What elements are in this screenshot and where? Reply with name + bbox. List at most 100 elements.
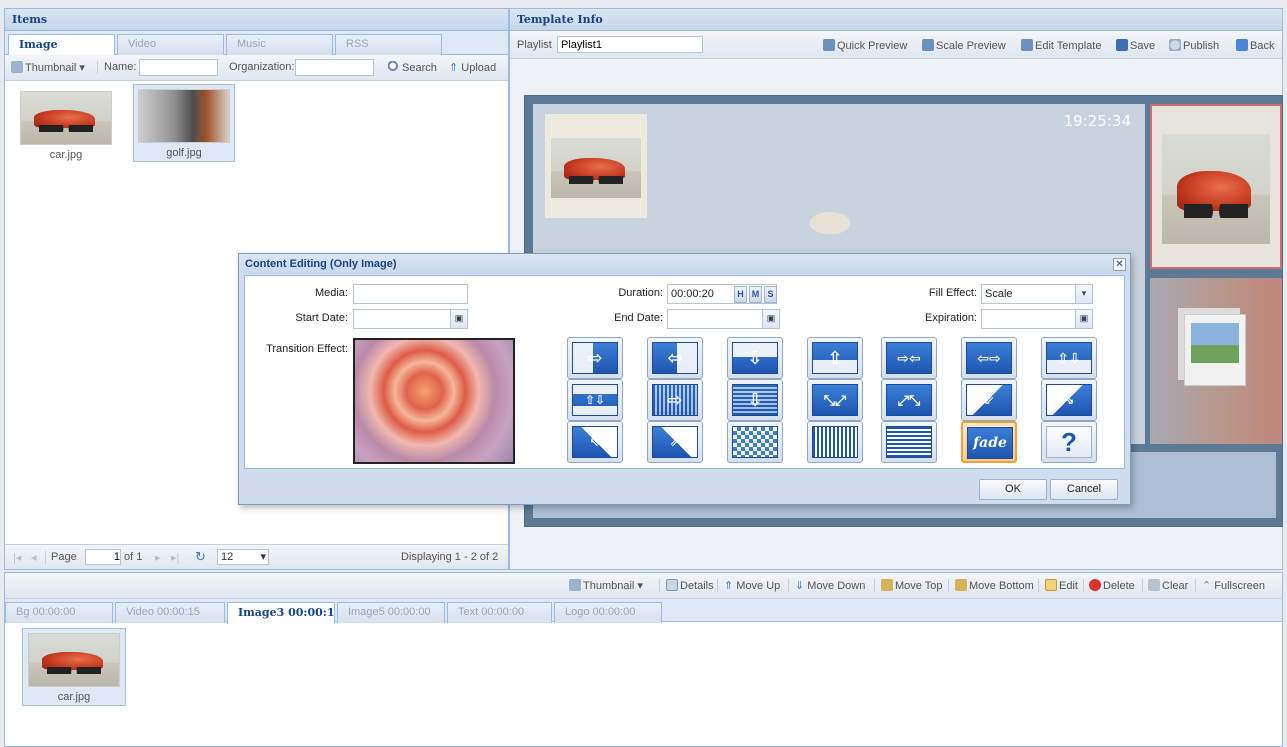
effect-split-vertical-in[interactable]: ⇧⇩: [567, 379, 623, 421]
preview-side-region-1[interactable]: [1150, 104, 1282, 269]
scale-preview-button[interactable]: Scale Preview: [922, 39, 1006, 52]
next-page-icon[interactable]: ▸: [155, 551, 161, 564]
items-tabs: Image Video Music RSS: [5, 31, 508, 56]
back-button[interactable]: Back: [1236, 39, 1274, 52]
clear-button[interactable]: Clear: [1148, 579, 1188, 592]
refresh-icon[interactable]: ↻: [195, 549, 206, 565]
preview-clock: 19:25:34: [1063, 112, 1131, 130]
cancel-button[interactable]: Cancel: [1050, 479, 1118, 500]
details-button[interactable]: Details: [666, 579, 714, 592]
thumbnail-caption: car.jpg: [57, 691, 91, 703]
tab-text[interactable]: Text 00:00:00: [447, 602, 552, 623]
tab-rss[interactable]: RSS: [335, 34, 442, 55]
effect-random[interactable]: ?: [1041, 421, 1097, 463]
content-view-dropdown[interactable]: Thumbnail ▾: [569, 579, 643, 592]
tab-bg[interactable]: Bg 00:00:00: [5, 602, 113, 623]
effect-stairs-up-left[interactable]: ⇖: [567, 421, 623, 463]
calendar-icon[interactable]: ▣: [1075, 310, 1092, 328]
tab-image[interactable]: Image: [8, 34, 115, 56]
move-bottom-button[interactable]: Move Bottom: [955, 579, 1034, 592]
tab-video-content[interactable]: Video 00:00:15: [115, 602, 225, 623]
dove-logo-icon: [795, 204, 865, 236]
items-pager: |◂ ◂ Page of 1 ▸ ▸| ↻ 12▾ Displaying 1 -…: [5, 544, 508, 569]
fullscreen-button[interactable]: ⌃ Fullscreen: [1202, 579, 1265, 592]
effect-vertical-bars[interactable]: [807, 421, 863, 463]
effect-checkerboard[interactable]: [727, 421, 783, 463]
effect-stairs-down-left[interactable]: ⇙: [961, 379, 1017, 421]
effect-box-out[interactable]: ⤡⤢: [807, 379, 863, 421]
search-icon: [388, 61, 400, 73]
quick-preview-button[interactable]: Quick Preview: [823, 39, 907, 52]
preview-side-region-2[interactable]: [1150, 278, 1282, 444]
organization-input[interactable]: [295, 59, 374, 76]
edit-button[interactable]: Edit: [1045, 579, 1078, 592]
expiration-field[interactable]: ▣: [981, 309, 1093, 329]
chevron-down-icon[interactable]: ▾: [1075, 285, 1092, 303]
page-size-select[interactable]: 12 ▾: [217, 549, 269, 565]
second-spin-button[interactable]: S: [764, 286, 777, 303]
move-top-button[interactable]: Move Top: [881, 579, 943, 592]
effect-horizontal-bars[interactable]: [881, 421, 937, 463]
separator: [97, 61, 98, 74]
move-up-button[interactable]: ⇑ Move Up: [724, 579, 780, 592]
fill-effect-label: Fill Effect:: [928, 287, 977, 299]
effect-stairs-down-right[interactable]: ⇘: [1041, 379, 1097, 421]
tab-music[interactable]: Music: [226, 34, 333, 55]
effect-fade[interactable]: fade: [961, 421, 1017, 463]
effect-blinds-down[interactable]: ⇩: [727, 379, 783, 421]
effect-split-out-horizontal[interactable]: ⇦⇨: [961, 337, 1017, 379]
effect-wipe-up[interactable]: ⇧: [807, 337, 863, 379]
name-input[interactable]: [139, 59, 218, 76]
tab-video[interactable]: Video: [117, 34, 224, 55]
effect-box-in[interactable]: ⤢⤡: [881, 379, 937, 421]
item-thumbnail-golf[interactable]: golf.jpg: [133, 84, 235, 162]
fill-effect-select[interactable]: Scale ▾: [981, 284, 1093, 304]
upload-button[interactable]: ⇑ Upload: [449, 61, 496, 74]
calendar-icon[interactable]: ▣: [450, 310, 467, 328]
prev-page-icon[interactable]: ◂: [31, 551, 37, 564]
view-mode-dropdown[interactable]: Thumbnail ▾: [11, 61, 85, 74]
thumbnail-caption: car.jpg: [49, 149, 83, 161]
calendar-icon[interactable]: ▣: [762, 310, 779, 328]
page-count: of 1: [124, 551, 143, 563]
first-page-icon[interactable]: |◂: [13, 551, 21, 564]
last-page-icon[interactable]: ▸|: [171, 551, 179, 564]
duration-field[interactable]: 00:00:20 H M S: [667, 284, 777, 304]
start-date-field[interactable]: ▣: [353, 309, 468, 329]
search-button[interactable]: Search: [388, 61, 437, 74]
effect-stairs-up-right[interactable]: ⇗: [647, 421, 703, 463]
minute-spin-button[interactable]: M: [749, 286, 762, 303]
hour-spin-button[interactable]: H: [734, 286, 747, 303]
effect-split-up-down[interactable]: ⇧⇩: [1041, 337, 1097, 379]
effect-wipe-right[interactable]: ⇨: [567, 337, 623, 379]
effect-wipe-left[interactable]: ⇦: [647, 337, 703, 379]
content-thumbnail-car[interactable]: car.jpg: [22, 628, 126, 706]
publish-button[interactable]: Publish: [1169, 39, 1219, 52]
playlist-input[interactable]: [557, 36, 703, 53]
tab-logo[interactable]: Logo 00:00:00: [554, 602, 662, 623]
effect-wipe-down[interactable]: ⇩: [727, 337, 783, 379]
media-label: Media:: [314, 287, 348, 299]
name-label: Name:: [104, 61, 137, 73]
effect-blinds-right[interactable]: ⇨: [647, 379, 703, 421]
playlist-content-panel: Thumbnail ▾ Details ⇑ Move Up ⇓ Move Dow…: [4, 572, 1283, 747]
item-thumbnail-car[interactable]: car.jpg: [15, 87, 117, 165]
effect-split-in-horizontal[interactable]: ⇨⇦: [881, 337, 937, 379]
ok-button[interactable]: OK: [979, 479, 1047, 500]
save-button[interactable]: Save: [1116, 39, 1155, 52]
tab-image5[interactable]: Image5 00:00:00: [337, 602, 445, 623]
media-field[interactable]: [353, 284, 468, 304]
end-date-field[interactable]: ▣: [667, 309, 780, 329]
transition-effect-label: Transition Effect:: [266, 343, 348, 355]
upload-icon: ⇑: [449, 62, 459, 74]
close-icon[interactable]: ✕: [1113, 258, 1126, 271]
page-input[interactable]: [85, 549, 121, 565]
delete-button[interactable]: Delete: [1089, 579, 1135, 592]
content-toolbar: Thumbnail ▾ Details ⇑ Move Up ⇓ Move Dow…: [5, 573, 1282, 599]
move-down-button[interactable]: ⇓ Move Down: [795, 579, 865, 592]
tab-image3[interactable]: Image3 00:00:1(: [227, 602, 335, 624]
separator: [717, 579, 718, 592]
edit-template-button[interactable]: Edit Template: [1021, 39, 1101, 52]
separator: [788, 579, 789, 592]
golf-thumbnail-image: [138, 89, 230, 143]
